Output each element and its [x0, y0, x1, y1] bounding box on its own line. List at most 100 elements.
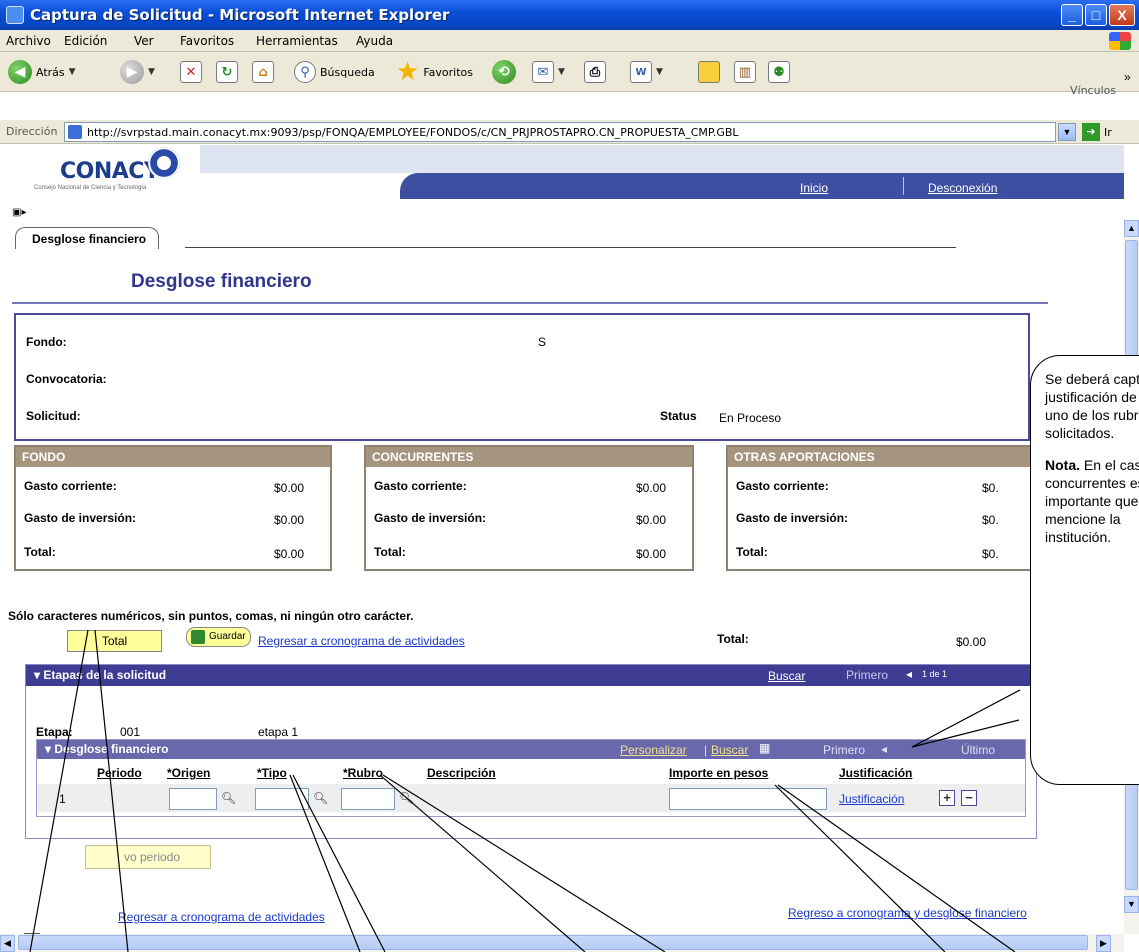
- personalizar-link[interactable]: Personalizar: [620, 743, 687, 757]
- conacyt-logo-subtitle: Consejo Nacional de Ciencia y Tecnología: [34, 185, 147, 191]
- etapas-buscar-link[interactable]: Buscar: [768, 669, 805, 683]
- window-title: Captura de Solicitud - Microsoft Interne…: [30, 6, 450, 24]
- col-importe[interactable]: Importe en pesos: [669, 766, 768, 780]
- scroll-up-icon[interactable]: ▲: [1124, 220, 1139, 237]
- callout-line: solicitados.: [1045, 425, 1115, 441]
- horizontal-scrollbar[interactable]: ◀ ▶: [0, 934, 1124, 952]
- folder-icon[interactable]: [698, 61, 720, 83]
- scroll-right-icon[interactable]: ▶: [1096, 935, 1111, 952]
- mail-icon[interactable]: ✉: [532, 61, 554, 83]
- origen-lookup-icon[interactable]: 🔍︎: [221, 791, 236, 805]
- regresar-cronograma-link[interactable]: Regresar a cronograma de actividades: [258, 634, 465, 648]
- nav-desconexion-link[interactable]: Desconexión: [928, 181, 997, 195]
- total-button[interactable]: Total: [67, 630, 162, 652]
- delete-row-icon[interactable]: −: [961, 790, 977, 806]
- messenger-icon[interactable]: ⚉: [768, 61, 790, 83]
- justificacion-link[interactable]: Justificación: [839, 792, 904, 806]
- desglose-buscar-link[interactable]: Buscar: [711, 743, 748, 757]
- etapas-grid-title: Etapas de la solicitud: [43, 668, 167, 682]
- row-number: 1: [59, 792, 66, 806]
- col-justificacion[interactable]: Justificación: [839, 766, 912, 780]
- menu-ver[interactable]: Ver: [134, 34, 154, 48]
- edit-dropdown-icon[interactable]: ▼: [656, 67, 663, 77]
- callout-note-text: En el caso de: [1083, 457, 1139, 473]
- favorites-button[interactable]: ★ Favoritos: [396, 57, 473, 87]
- add-row-icon[interactable]: +: [939, 790, 955, 806]
- stop-icon[interactable]: ✕: [180, 61, 202, 83]
- menu-bar: Archivo Edición Ver Favoritos Herramient…: [0, 30, 1139, 52]
- tipo-lookup-icon[interactable]: 🔍︎: [313, 791, 328, 805]
- desglose-prev-icon[interactable]: ◂: [881, 742, 887, 756]
- links-label[interactable]: Vínculos: [1070, 84, 1116, 97]
- back-dropdown-icon[interactable]: ▼: [69, 67, 76, 77]
- callout-line: Se deberá capturar la: [1045, 371, 1139, 387]
- menu-favoritos[interactable]: Favoritos: [180, 34, 234, 48]
- rubro-lookup-icon[interactable]: 🔍︎: [399, 791, 414, 805]
- menu-toggle-icon[interactable]: ▣▸: [12, 207, 26, 218]
- regreso-cronograma-link[interactable]: Regreso a cronograma y desglose financie…: [788, 906, 1027, 920]
- gasto-corriente-label: Gasto corriente:: [736, 479, 829, 493]
- etapas-prev-icon[interactable]: ◂: [906, 667, 912, 681]
- cronograma-footer-link[interactable]: Regresar a cronograma de actividades: [118, 910, 325, 924]
- save-icon: [191, 630, 205, 644]
- go-button[interactable]: ➔ Ir: [1082, 123, 1112, 141]
- mail-dropdown-icon[interactable]: ▼: [558, 67, 565, 77]
- col-descripcion[interactable]: Descripción: [427, 766, 496, 780]
- back-button[interactable]: ◀ Atrás ▼: [8, 58, 76, 86]
- col-tipo[interactable]: *Tipo: [257, 766, 287, 780]
- etapas-primero-label: Primero: [846, 668, 889, 682]
- scroll-down-icon[interactable]: ▼: [1124, 896, 1139, 913]
- minimize-button[interactable]: _: [1061, 4, 1083, 26]
- page-content: CONACYT Consejo Nacional de Ciencia y Te…: [0, 145, 1124, 934]
- edit-word-icon[interactable]: W: [630, 61, 652, 83]
- desglose-primero-label: Primero: [823, 743, 866, 757]
- col-periodo[interactable]: Periodo: [97, 766, 142, 780]
- desglose-grid-title: Desglose financiero: [54, 742, 169, 756]
- importe-input[interactable]: [669, 788, 827, 810]
- menu-ayuda[interactable]: Ayuda: [356, 34, 393, 48]
- menu-herramientas[interactable]: Herramientas: [256, 34, 338, 48]
- tipo-input[interactable]: [255, 788, 309, 810]
- callout-line: importante que se: [1045, 493, 1139, 509]
- menu-edicion[interactable]: Edición: [64, 34, 107, 48]
- history-icon[interactable]: ⟲: [492, 60, 516, 84]
- forward-dropdown-icon[interactable]: ▼: [148, 67, 155, 77]
- tab-desglose-financiero[interactable]: Desglose financiero: [15, 227, 160, 249]
- address-dropdown-icon[interactable]: ▼: [1058, 123, 1076, 141]
- nav-inicio-link[interactable]: Inicio: [800, 181, 828, 195]
- col-origen[interactable]: *Origen: [167, 766, 210, 780]
- close-button[interactable]: X: [1109, 4, 1135, 26]
- origen-input[interactable]: [169, 788, 217, 810]
- desglose-collapse-icon[interactable]: ▾: [45, 742, 54, 756]
- forward-arrow-icon: ▶: [120, 60, 144, 84]
- page-icon: [68, 125, 82, 139]
- title-divider: [12, 302, 1048, 304]
- maximize-button[interactable]: □: [1085, 4, 1107, 26]
- refresh-icon[interactable]: ↻: [216, 61, 238, 83]
- nuevo-periodo-button[interactable]: vo periodo: [85, 845, 211, 869]
- fondo-label: Fondo:: [26, 335, 67, 349]
- gasto-inversion-value: $0.: [982, 513, 999, 527]
- search-button[interactable]: ⚲ Búsqueda: [294, 58, 375, 86]
- forward-button[interactable]: ▶ ▼: [120, 58, 155, 86]
- menu-archivo[interactable]: Archivo: [6, 34, 51, 48]
- research-icon[interactable]: ▥: [734, 61, 756, 83]
- scroll-left-icon[interactable]: ◀: [0, 935, 15, 952]
- toolbar-more-icon[interactable]: »: [1124, 70, 1131, 84]
- col-rubro[interactable]: *Rubro: [343, 766, 383, 780]
- header-banner: [200, 145, 1124, 173]
- numeric-only-note: Sólo caracteres numéricos, sin puntos, c…: [8, 609, 414, 623]
- gasto-corriente-value: $0.00: [636, 481, 667, 495]
- etapas-grid-header: ▾ Etapas de la solicitud Buscar Primero …: [26, 665, 1036, 686]
- save-button[interactable]: Guardar: [186, 627, 251, 647]
- horizontal-scroll-thumb[interactable]: [18, 935, 1088, 950]
- table-row: 1 🔍︎ 🔍︎ 🔍︎ Justificación + −: [37, 784, 1025, 812]
- home-icon[interactable]: ⌂: [252, 61, 274, 83]
- address-input[interactable]: http://svrpstad.main.conacyt.mx:9093/psp…: [64, 122, 1056, 142]
- panel-concurrentes: CONCURRENTES Gasto corriente: $0.00 Gast…: [364, 445, 694, 571]
- callout-line: mencione la: [1045, 511, 1121, 527]
- etapas-collapse-icon[interactable]: ▾: [34, 668, 43, 682]
- print-icon[interactable]: ⎙: [584, 61, 606, 83]
- download-grid-icon[interactable]: ▦: [759, 741, 770, 755]
- rubro-input[interactable]: [341, 788, 395, 810]
